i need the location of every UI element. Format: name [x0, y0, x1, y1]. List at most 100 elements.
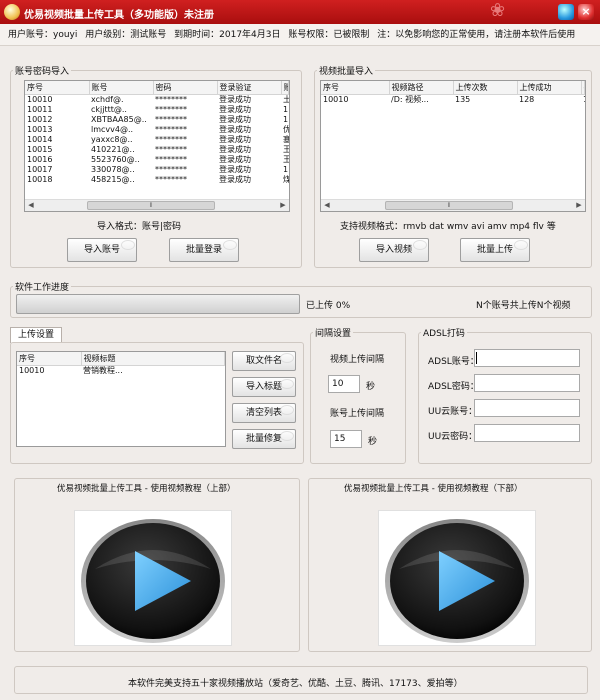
batch-upload-button[interactable]: 批量上传	[460, 238, 530, 262]
table-row[interactable]: 10014 yaxxc8@.. ******** 登录成功 塞	[25, 135, 289, 145]
table-cell: 458215@..	[91, 175, 135, 184]
scroll-right-icon[interactable]: ▶	[573, 200, 585, 211]
table-cell: 登录成功	[219, 125, 251, 134]
column-header[interactable]: 视频标题	[81, 352, 225, 366]
table-row[interactable]: 10012 XBTBAA85@.. ******** 登录成功 1	[25, 115, 289, 125]
column-header[interactable]: 密码	[153, 81, 218, 95]
column-header[interactable]: 上传成功	[517, 81, 582, 95]
window-title: 优易视频批量上传工具（多功能版）未注册	[24, 10, 214, 21]
table-cell: 10012	[27, 115, 53, 124]
user-level: 用户级别：测试账号	[85, 30, 167, 40]
video-interval-input[interactable]: 10	[328, 375, 360, 393]
play-icon[interactable]	[379, 511, 535, 645]
column-header[interactable]: 序号	[321, 81, 390, 95]
account-list-scrollbar[interactable]: ◀ ⦀ ▶	[25, 199, 289, 211]
video-import-legend: 视频批量导入	[319, 67, 374, 77]
account-interval-label: 账号上传间隔	[330, 409, 385, 419]
uu-account-input[interactable]	[474, 399, 580, 417]
clear-list-button[interactable]: 清空列表	[232, 403, 296, 423]
adsl-account-label: ADSL账号：	[428, 357, 479, 367]
notice-text: 注：以免影响您的正常使用，请注册本软件后使用	[377, 30, 576, 40]
uploaded-percent: 已上传 0%	[306, 301, 351, 311]
table-cell: 土	[281, 95, 289, 106]
batch-login-button[interactable]: 批量登录	[169, 238, 239, 262]
table-cell: 1	[283, 115, 289, 124]
title-bar[interactable]: 优易视频批量上传工具（多功能版）未注册 ❀ ×	[0, 0, 600, 24]
column-header[interactable]: 共	[581, 81, 585, 95]
table-row[interactable]: 10010 xchdf@. ******** 登录成功 土	[25, 95, 289, 106]
table-cell: 10018	[27, 175, 53, 184]
table-row[interactable]: 10010 营销教程...	[17, 366, 225, 377]
minimize-button[interactable]	[558, 4, 574, 20]
column-header[interactable]: 序号	[25, 81, 90, 95]
close-button[interactable]: ×	[578, 4, 594, 20]
table-cell: 营销教程...	[83, 366, 123, 375]
tutorial-left-player[interactable]	[74, 510, 232, 646]
table-cell: ********	[155, 145, 187, 154]
tutorial-left-title: 优易视频批量上传工具 - 使用视频教程（上部）	[57, 484, 236, 494]
video-interval-label: 视频上传间隔	[330, 355, 385, 365]
video-list[interactable]: 序号 视频路径 上传次数 上传成功 共 10010/D: 视频... 135 128…	[320, 80, 586, 212]
table-cell: 王	[281, 145, 289, 155]
video-interval-unit: 秒	[366, 382, 376, 392]
app-icon	[4, 4, 20, 20]
uu-password-input[interactable]	[474, 424, 580, 442]
scroll-thumb[interactable]: ⦀	[87, 201, 215, 210]
table-cell: 10013	[27, 125, 53, 134]
account-interval-input[interactable]: 15	[330, 430, 362, 448]
table-cell: 1	[581, 95, 585, 106]
table-cell: 煤	[281, 175, 289, 185]
table-cell: xchdf@.	[91, 95, 124, 104]
import-accounts-button[interactable]: 导入账号	[67, 238, 137, 262]
table-row[interactable]: 10013 lmcvv4@.. ******** 登录成功 优	[25, 125, 289, 135]
interval-legend: 间隔设置	[315, 329, 352, 339]
account-table-header: 序号 账号 密码 登录验证 账	[25, 81, 289, 95]
uu-password-label: UU云密码：	[428, 432, 478, 442]
table-row[interactable]: 10015 410221@.. ******** 登录成功 王	[25, 145, 289, 155]
table-row[interactable]: 10017 330078@.. ******** 登录成功 1	[25, 165, 289, 175]
table-cell: ********	[155, 95, 187, 104]
batch-fix-button[interactable]: 批量修复	[232, 429, 296, 449]
import-videos-button[interactable]: 导入视频	[359, 238, 429, 262]
tab-upload-settings[interactable]: 上传设置	[10, 327, 62, 343]
table-cell: ********	[155, 135, 187, 144]
uu-account-label: UU云账号：	[428, 407, 478, 417]
table-cell: ********	[155, 125, 187, 134]
table-cell: 王	[281, 155, 289, 165]
table-cell: 330078@..	[91, 165, 135, 174]
adsl-account-input[interactable]	[474, 349, 580, 367]
title-list[interactable]: 序号 视频标题 10010 营销教程...	[16, 351, 226, 447]
footer-text: 本软件完美支持五十家视频播放站（爱奇艺、优酷、土豆、腾讯、17173、爱拍等）	[128, 679, 463, 689]
import-titles-button[interactable]: 导入标题	[232, 377, 296, 397]
title-table: 序号 视频标题 10010 营销教程...	[17, 352, 225, 376]
table-cell: 登录成功	[219, 155, 251, 164]
column-header[interactable]: 登录验证	[217, 81, 282, 95]
table-cell: 10014	[27, 135, 53, 144]
progress-legend: 软件工作进度	[15, 283, 70, 293]
table-cell: 10010	[323, 95, 349, 104]
table-row[interactable]: 10011 ckjjttt@.. ******** 登录成功 1	[25, 105, 289, 115]
table-row[interactable]: 10018 458215@.. ******** 登录成功 煤	[25, 175, 289, 185]
table-cell: 10010	[19, 366, 45, 375]
column-header[interactable]: 上传次数	[453, 81, 518, 95]
play-icon[interactable]	[75, 511, 231, 645]
scroll-left-icon[interactable]: ◀	[25, 200, 37, 211]
get-filename-button[interactable]: 取文件名	[232, 351, 296, 371]
table-row[interactable]: 10016 5523760@.. ******** 登录成功 王	[25, 155, 289, 165]
scroll-left-icon[interactable]: ◀	[321, 200, 333, 211]
column-header[interactable]: 视频路径	[389, 81, 454, 95]
scroll-thumb[interactable]: ⦀	[385, 201, 513, 210]
scroll-right-icon[interactable]: ▶	[277, 200, 289, 211]
column-header[interactable]: 账	[281, 81, 289, 95]
column-header[interactable]: 账号	[89, 81, 154, 95]
tutorial-right-player[interactable]	[378, 510, 536, 646]
account-list[interactable]: 序号 账号 密码 登录验证 账 10010 xchdf@. ******** 登录成功…	[24, 80, 290, 212]
adsl-password-input[interactable]	[474, 374, 580, 392]
tutorial-right-title: 优易视频批量上传工具 - 使用视频教程（下部）	[344, 484, 523, 494]
table-row[interactable]: 10010/D: 视频... 135 128 1	[321, 95, 585, 106]
video-list-scrollbar[interactable]: ◀ ⦀ ▶	[321, 199, 585, 211]
table-cell: 10015	[27, 145, 53, 154]
adsl-group: ADSL打码	[418, 326, 592, 464]
column-header[interactable]: 序号	[17, 352, 82, 366]
video-format-hint: 支持视频格式：rmvb dat wmv avi amv mp4 flv 等	[340, 222, 556, 232]
